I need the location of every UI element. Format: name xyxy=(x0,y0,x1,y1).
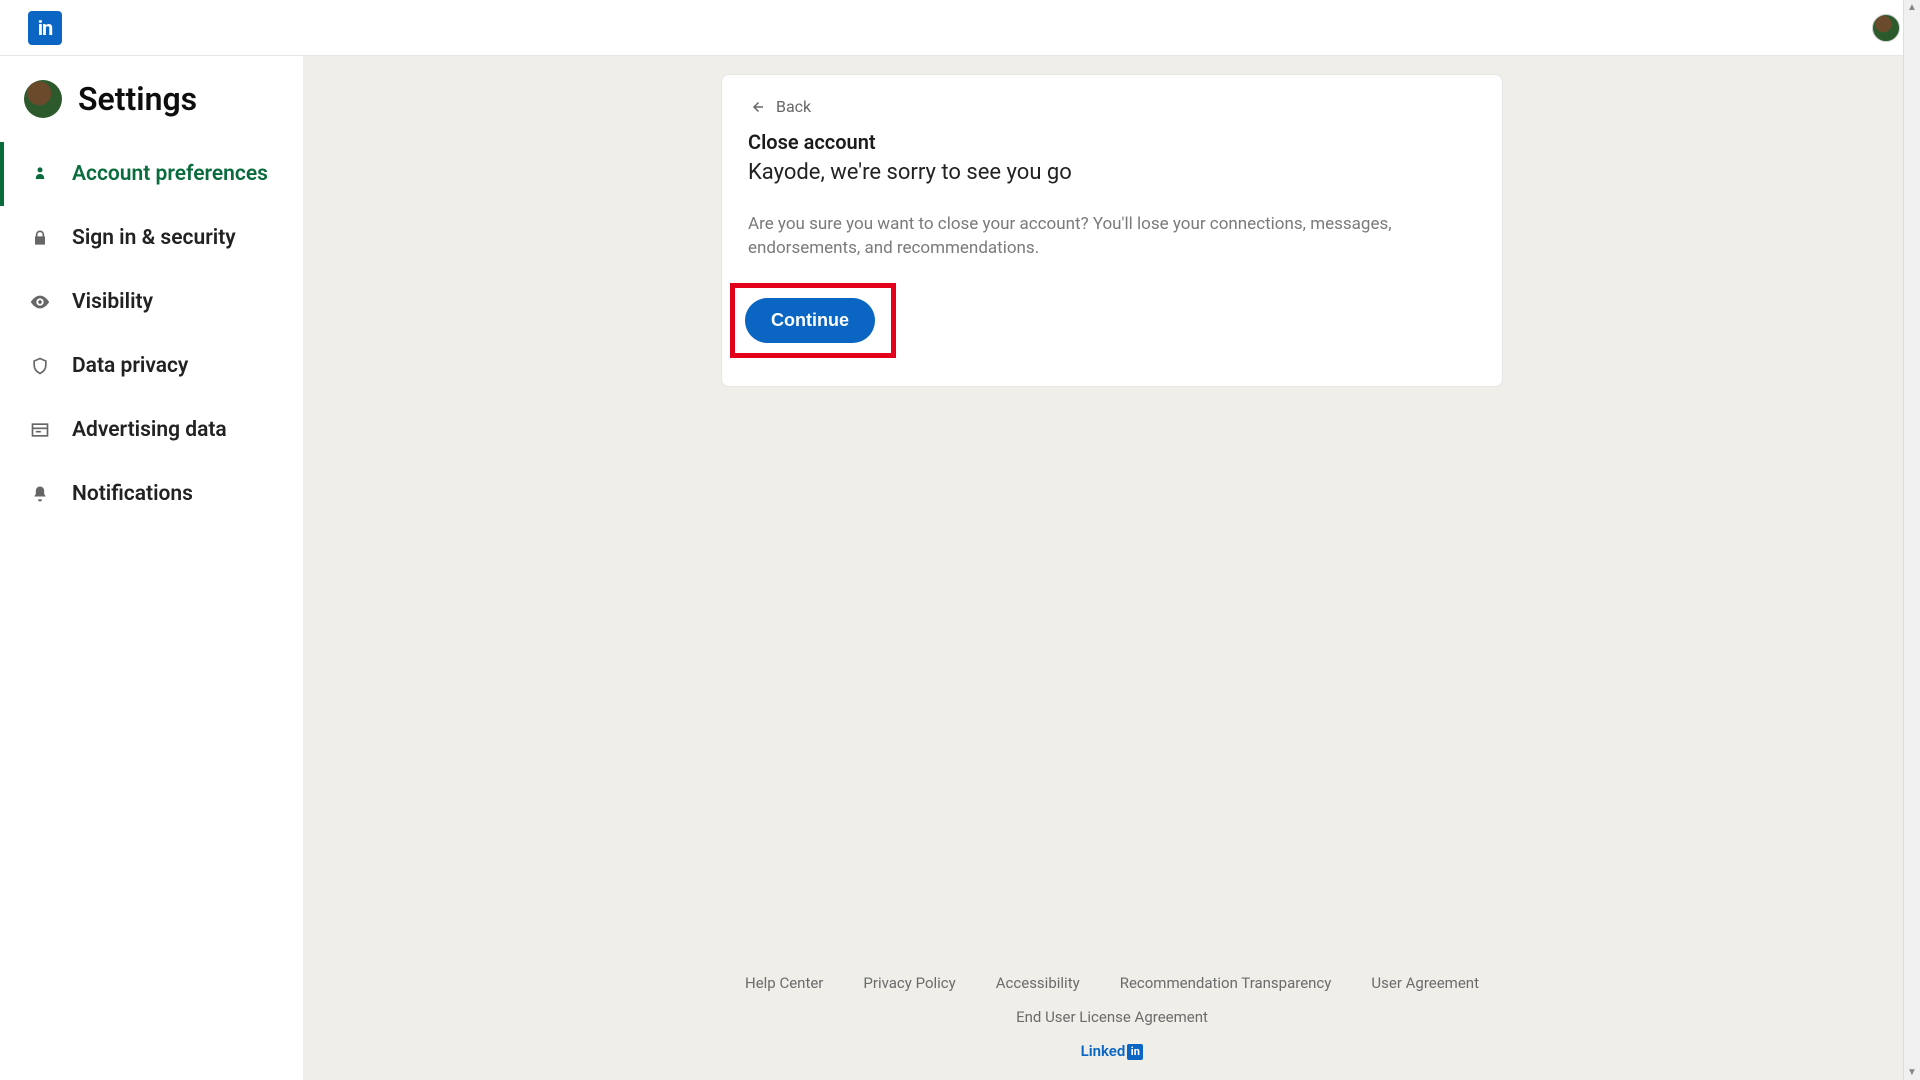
nav-data-privacy[interactable]: Data privacy xyxy=(0,334,303,398)
person-icon xyxy=(28,162,52,186)
nav-visibility[interactable]: Visibility xyxy=(0,270,303,334)
nav-label: Advertising data xyxy=(72,418,227,442)
news-icon xyxy=(28,418,52,442)
footer-link-privacy-policy[interactable]: Privacy Policy xyxy=(863,974,955,992)
scroll-up-icon[interactable]: ▲ xyxy=(1907,2,1917,13)
continue-highlight: Continue xyxy=(730,283,896,358)
card-subhead: Kayode, we're sorry to see you go xyxy=(748,160,1476,185)
page-title: Settings xyxy=(78,80,197,118)
nav-label: Notifications xyxy=(72,482,193,506)
nav-account-preferences[interactable]: Account preferences xyxy=(0,142,303,206)
settings-nav: Account preferences Sign in & security V… xyxy=(0,142,303,526)
footer-links: Help Center Privacy Policy Accessibility… xyxy=(304,974,1920,992)
eye-icon xyxy=(28,290,52,314)
profile-avatar[interactable] xyxy=(1872,14,1900,42)
shield-icon xyxy=(28,354,52,378)
footer: Help Center Privacy Policy Accessibility… xyxy=(304,944,1920,1080)
continue-button[interactable]: Continue xyxy=(745,298,875,343)
settings-sidebar: Settings Account preferences Sign in & s… xyxy=(0,56,304,1080)
back-button[interactable]: Back xyxy=(748,97,1476,116)
linkedin-logo[interactable]: in xyxy=(28,11,62,45)
sidebar-header: Settings xyxy=(0,80,303,142)
card-title: Close account xyxy=(748,130,1476,154)
scrollbar[interactable]: ▲ ▼ xyxy=(1903,0,1920,1080)
scroll-down-icon[interactable]: ▼ xyxy=(1907,1067,1917,1078)
nav-label: Account preferences xyxy=(72,162,268,186)
nav-notifications[interactable]: Notifications xyxy=(0,462,303,526)
footer-link-accessibility[interactable]: Accessibility xyxy=(996,974,1080,992)
card-description: Are you sure you want to close your acco… xyxy=(748,213,1476,261)
sidebar-avatar[interactable] xyxy=(24,80,62,118)
top-header: in xyxy=(0,0,1920,56)
nav-sign-in-security[interactable]: Sign in & security xyxy=(0,206,303,270)
back-label: Back xyxy=(776,97,811,116)
nav-label: Data privacy xyxy=(72,354,188,378)
nav-label: Visibility xyxy=(72,290,153,314)
footer-link-eula[interactable]: End User License Agreement xyxy=(1016,1008,1208,1026)
footer-link-recommendation-transparency[interactable]: Recommendation Transparency xyxy=(1120,974,1332,992)
footer-brand-text: Linked xyxy=(1081,1042,1126,1060)
arrow-left-icon xyxy=(748,98,766,116)
footer-link-help-center[interactable]: Help Center xyxy=(745,974,823,992)
footer-brand: Linkedin xyxy=(304,1042,1920,1060)
bell-icon xyxy=(28,482,52,506)
footer-link-user-agreement[interactable]: User Agreement xyxy=(1371,974,1479,992)
close-account-card: Back Close account Kayode, we're sorry t… xyxy=(721,74,1503,387)
nav-advertising-data[interactable]: Advertising data xyxy=(0,398,303,462)
main-content: Back Close account Kayode, we're sorry t… xyxy=(304,56,1920,1080)
linkedin-badge-icon: in xyxy=(1127,1044,1143,1060)
nav-label: Sign in & security xyxy=(72,226,236,250)
lock-icon xyxy=(28,226,52,250)
